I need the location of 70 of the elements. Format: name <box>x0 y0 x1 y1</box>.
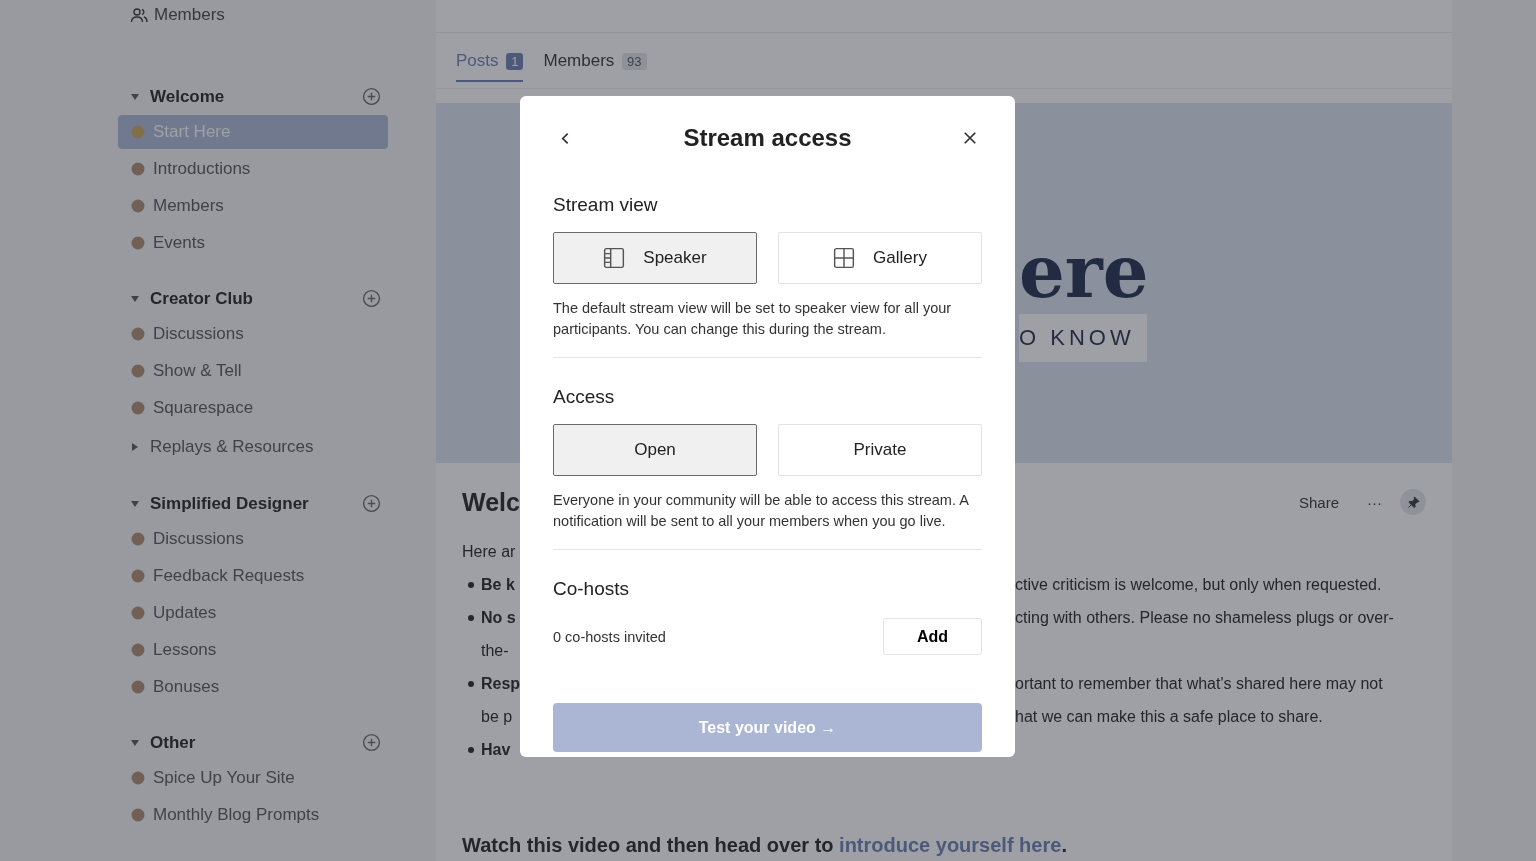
banner-title: ere <box>1019 236 1149 308</box>
pin-button[interactable] <box>1400 489 1426 515</box>
banner-subtitle: O KNOW <box>1019 314 1147 362</box>
sidebar-layout-icon <box>603 247 626 269</box>
bullet-icon <box>468 581 474 588</box>
bullet-icon <box>468 614 474 621</box>
post-text: Hav <box>481 740 511 760</box>
caret-icon[interactable] <box>130 441 140 452</box>
sidebar-item[interactable]: Updates <box>118 596 388 630</box>
bullet-icon <box>468 680 474 687</box>
post-text: cting with others. Please no shameless plugs or over- <box>1015 609 1394 626</box>
section-title[interactable]: Welcome <box>150 86 225 107</box>
caret-icon[interactable] <box>130 91 140 102</box>
add-button[interactable]: Add <box>883 618 982 655</box>
cohosts-status: 0 co-hosts invited <box>553 628 666 645</box>
grid-icon <box>833 247 856 269</box>
add-icon[interactable] <box>362 87 381 106</box>
sidebar-item[interactable]: Monthly Blog Prompts <box>118 798 388 832</box>
more-button[interactable]: ··· <box>1357 489 1392 515</box>
caret-icon[interactable] <box>130 737 140 748</box>
sidebar-item[interactable]: Members <box>118 3 225 27</box>
add-icon[interactable] <box>362 733 381 752</box>
pin-icon <box>1406 495 1420 509</box>
post-text: Be k <box>481 575 515 595</box>
post-text: ortant to remember that what's shared here may not <box>1015 675 1383 692</box>
section-heading: Co-hosts <box>553 578 631 600</box>
introduce-link[interactable]: introduce yourself here <box>839 834 1062 856</box>
post-heading: Watch this video and then head over to introduce yourself here. <box>462 834 1068 857</box>
add-icon[interactable] <box>362 494 381 513</box>
post-text: Here ar <box>462 542 516 562</box>
share-button[interactable]: Share <box>1288 489 1349 515</box>
caret-icon[interactable] <box>130 498 140 509</box>
post-text: the- <box>480 641 509 661</box>
folder-item[interactable]: Replays & Resources <box>150 436 314 457</box>
section-title[interactable]: Creator Club <box>150 288 253 309</box>
sidebar-item[interactable]: Spice Up Your Site <box>118 761 388 795</box>
tab[interactable]: Posts 1 <box>456 47 524 82</box>
post-text: be p <box>480 707 513 727</box>
description-text: Everyone in your community will be able to access this stream. A notification will be sent to all your members when you go live. <box>553 491 970 531</box>
sidebar-item[interactable]: Introductions <box>118 152 388 186</box>
sidebar-item[interactable]: Lessons <box>118 633 388 667</box>
option-button[interactable]: Gallery <box>778 232 982 284</box>
option-button[interactable]: Open <box>553 424 757 476</box>
sidebar-item[interactable]: Bonuses <box>118 670 388 704</box>
sidebar-item[interactable]: Show & Tell <box>118 354 388 388</box>
caret-icon[interactable] <box>130 293 140 304</box>
section-heading: Access <box>553 386 616 408</box>
people-icon <box>130 6 148 24</box>
post-text: ctive criticism is welcome, but only when requested. <box>1015 576 1382 593</box>
tab[interactable]: Members 93 <box>543 47 647 82</box>
sidebar-item[interactable]: Discussions <box>118 317 388 351</box>
dialog-title: Stream access <box>683 124 852 152</box>
option-button[interactable]: Private <box>778 424 982 476</box>
post-title: Welc <box>462 487 520 517</box>
add-icon[interactable] <box>362 289 381 308</box>
sidebar-item[interactable]: Discussions <box>118 522 388 556</box>
description-text: The default stream view will be set to speaker view for all your participants. You can change this during the stream. <box>553 299 953 339</box>
post-text: hat we can make this a safe place to share. <box>1015 708 1323 725</box>
sidebar-item[interactable]: Feedback Requests <box>118 559 388 593</box>
section-heading: Stream view <box>553 194 659 216</box>
section-title[interactable]: Simplified Designer <box>150 493 309 514</box>
close-icon <box>963 131 977 145</box>
post-text: Resp <box>481 674 521 694</box>
option-button[interactable]: Speaker <box>553 232 757 284</box>
post-text: No s <box>481 608 516 628</box>
sidebar-item[interactable]: Squarespace <box>118 391 388 425</box>
bullet-icon <box>468 746 474 753</box>
sidebar-item[interactable]: Events <box>118 226 388 260</box>
section-title[interactable]: Other <box>150 732 196 753</box>
sidebar-item[interactable]: Members <box>118 189 388 223</box>
